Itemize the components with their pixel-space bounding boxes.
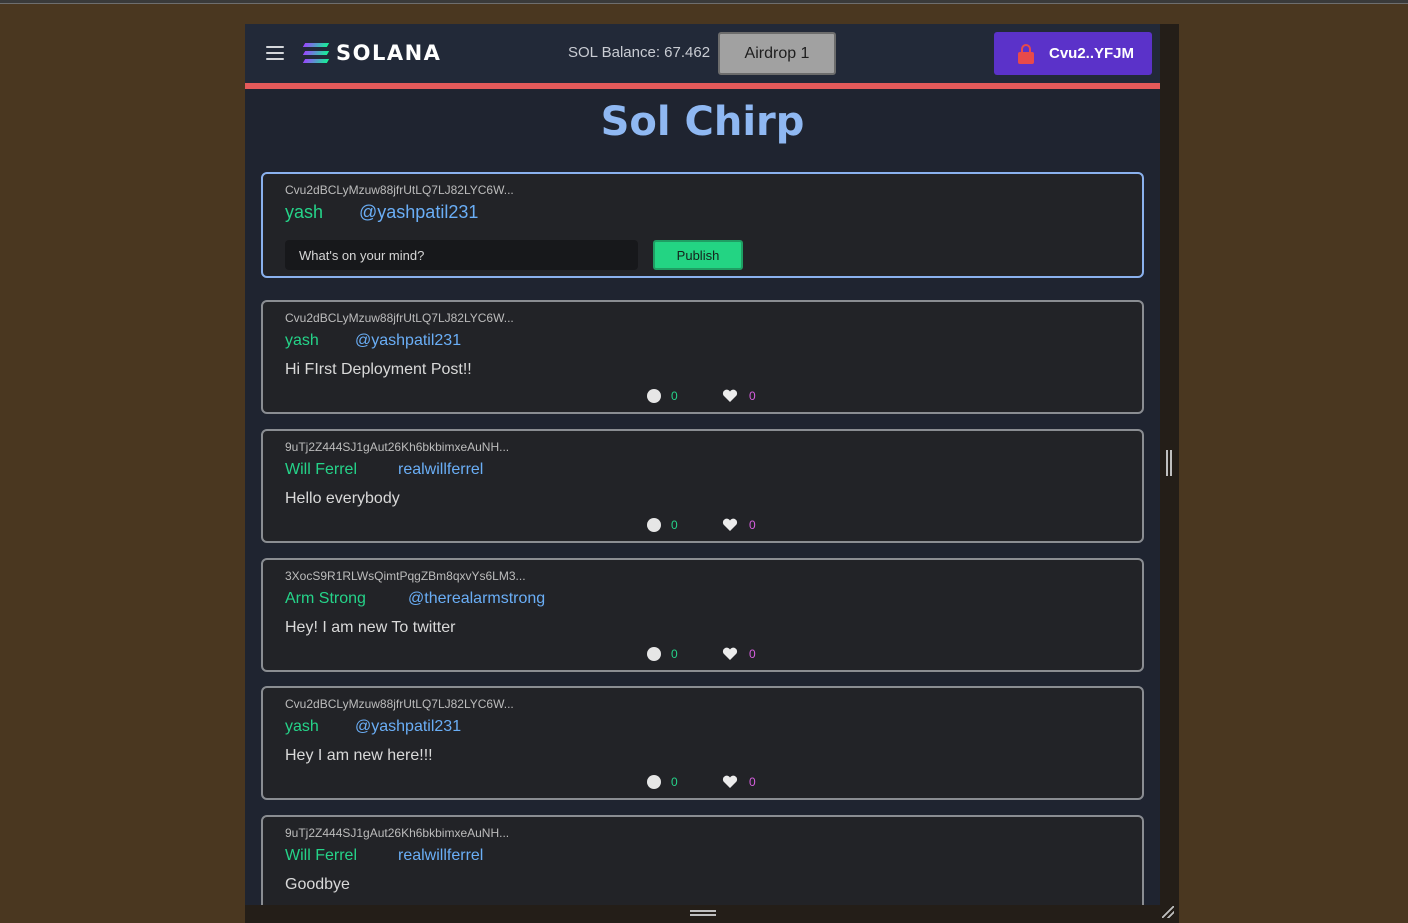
navbar-accent-stripe xyxy=(245,83,1160,89)
post-card: 3XocS9R1RLWsQimtPqgZBm8qxvYs6LM3... Arm … xyxy=(261,558,1144,672)
post-handle[interactable]: @yashpatil231 xyxy=(355,332,461,350)
solana-logo-icon xyxy=(302,43,330,63)
heart-icon[interactable] xyxy=(722,647,738,661)
comment-count: 0 xyxy=(671,647,678,661)
heart-icon[interactable] xyxy=(722,775,738,789)
comment-circle-icon[interactable] xyxy=(647,518,661,532)
resize-grip-icon[interactable] xyxy=(1162,906,1174,918)
post-card: Cvu2dBCLyMzuw88jfrUtLQ7LJ82LYC6W... yash… xyxy=(261,300,1144,414)
post-text: Hi FIrst Deployment Post!! xyxy=(285,361,472,378)
post-username: Will Ferrel xyxy=(285,461,357,478)
scrollbar-grip[interactable] xyxy=(1166,450,1172,476)
post-text: Goodbye xyxy=(285,876,350,893)
brand-logo[interactable]: SOLANA xyxy=(302,41,442,65)
post-card: 9uTj2Z444SJ1gAut26Kh6bkbimxeAuNH... Will… xyxy=(261,429,1144,543)
post-card: Cvu2dBCLyMzuw88jfrUtLQ7LJ82LYC6W... yash… xyxy=(261,686,1144,800)
comment-count: 0 xyxy=(671,518,678,532)
composer-handle: @yashpatil231 xyxy=(359,202,479,222)
post-address: 3XocS9R1RLWsQimtPqgZBm8qxvYs6LM3... xyxy=(285,569,526,583)
post-address: Cvu2dBCLyMzuw88jfrUtLQ7LJ82LYC6W... xyxy=(285,697,514,711)
like-count: 0 xyxy=(749,389,756,403)
airdrop-button[interactable]: Airdrop 1 xyxy=(718,32,836,75)
like-count: 0 xyxy=(749,775,756,789)
composer-username: yash xyxy=(285,202,324,222)
post-handle[interactable]: realwillferrel xyxy=(398,847,483,865)
page-title: Sol Chirp xyxy=(600,99,805,145)
scrollbar[interactable] xyxy=(1160,24,1179,923)
post-username: Arm Strong xyxy=(285,590,366,607)
drag-handle-icon[interactable] xyxy=(690,910,716,916)
post-address: 9uTj2Z444SJ1gAut26Kh6bkbimxeAuNH... xyxy=(285,440,510,454)
post-username: yash xyxy=(285,332,319,349)
post-actions: 0 0 xyxy=(647,647,756,661)
post-handle[interactable]: realwillferrel xyxy=(398,461,483,479)
post-handle[interactable]: @therealarmstrong xyxy=(408,590,545,608)
hamburger-menu-icon[interactable] xyxy=(266,46,284,60)
comment-count: 0 xyxy=(671,775,678,789)
lock-icon xyxy=(1018,43,1034,64)
post-address: Cvu2dBCLyMzuw88jfrUtLQ7LJ82LYC6W... xyxy=(285,311,514,325)
post-text: Hey! I am new To twitter xyxy=(285,619,456,636)
like-count: 0 xyxy=(749,647,756,661)
wallet-button[interactable]: Cvu2..YFJM xyxy=(994,32,1152,75)
sol-balance: SOL Balance: 67.462 xyxy=(568,44,711,61)
post-actions: 0 0 xyxy=(647,775,756,789)
post-username: yash xyxy=(285,718,319,735)
post-actions: 0 0 xyxy=(647,518,756,532)
post-address: 9uTj2Z444SJ1gAut26Kh6bkbimxeAuNH... xyxy=(285,826,510,840)
heart-icon[interactable] xyxy=(722,518,738,532)
post-text: Hey I am new here!!! xyxy=(285,747,433,764)
post-text: Hello everybody xyxy=(285,490,400,507)
post-handle[interactable]: @yashpatil231 xyxy=(355,718,461,736)
comment-circle-icon[interactable] xyxy=(647,647,661,661)
composer-card: Cvu2dBCLyMzuw88jfrUtLQ7LJ82LYC6W... yash… xyxy=(261,172,1144,278)
post-actions: 0 0 xyxy=(647,389,756,403)
comment-circle-icon[interactable] xyxy=(647,389,661,403)
top-window-strip xyxy=(0,0,1408,4)
like-count: 0 xyxy=(749,518,756,532)
navbar: SOLANA SOL Balance: 67.462 Airdrop 1 Cvu… xyxy=(245,24,1160,83)
heart-icon[interactable] xyxy=(722,389,738,403)
comment-count: 0 xyxy=(671,389,678,403)
post-input[interactable] xyxy=(285,240,638,270)
brand-name: SOLANA xyxy=(336,41,442,65)
wallet-address: Cvu2..YFJM xyxy=(1049,45,1135,62)
app-panel: SOLANA SOL Balance: 67.462 Airdrop 1 Cvu… xyxy=(245,24,1179,923)
publish-button[interactable]: Publish xyxy=(653,240,743,270)
composer-address: Cvu2dBCLyMzuw88jfrUtLQ7LJ82LYC6W... xyxy=(285,183,514,197)
comment-circle-icon[interactable] xyxy=(647,775,661,789)
post-username: Will Ferrel xyxy=(285,847,357,864)
